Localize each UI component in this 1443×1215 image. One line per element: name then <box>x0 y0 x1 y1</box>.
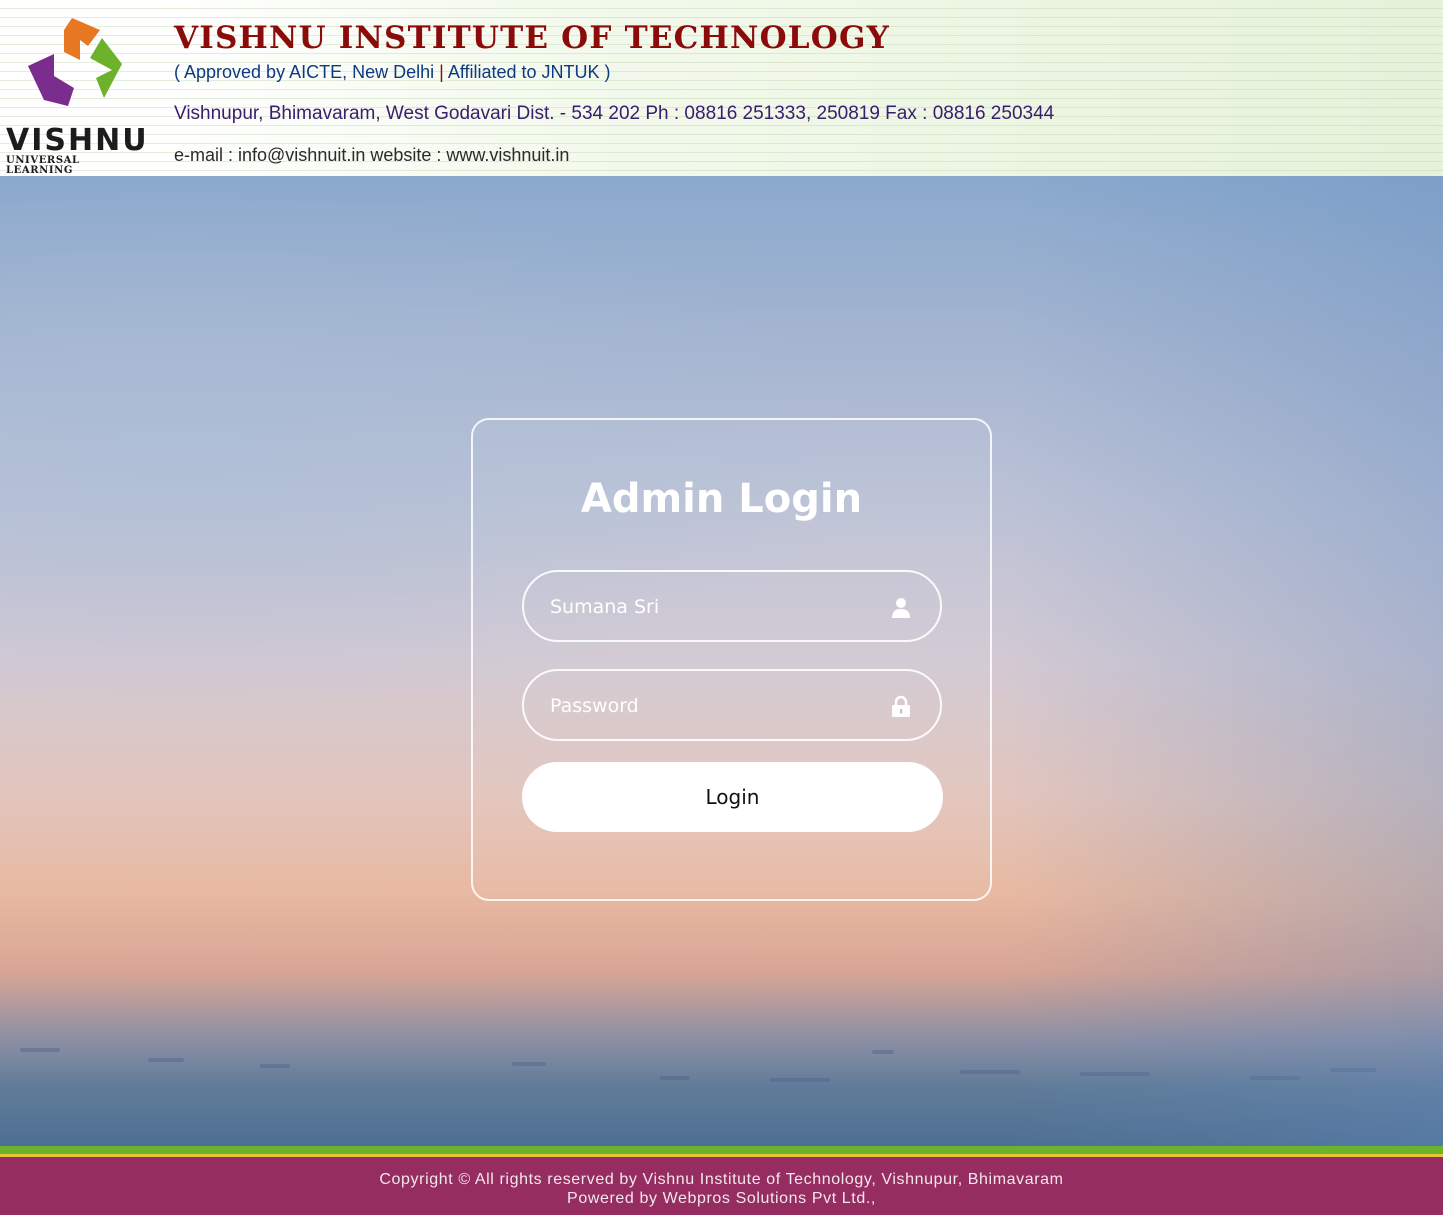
institute-title: VISHNU INSTITUTE OF TECHNOLOGY <box>174 20 890 56</box>
institute-contact: e-mail : info@vishnuit.in website : www.… <box>174 145 570 165</box>
login-button[interactable]: Login <box>522 762 943 832</box>
institute-address: Vishnupur, Bhimavaram, West Godavari Dis… <box>174 103 1055 124</box>
vishnu-logo-icon <box>28 18 122 106</box>
password-field[interactable] <box>522 669 942 741</box>
institute-logo: VISHNU UNIVERSAL LEARNING <box>0 10 150 176</box>
password-input[interactable] <box>548 671 882 741</box>
footer-copyright: Copyright © All rights reserved by Vishn… <box>379 1171 1064 1188</box>
header-banner: VISHNU UNIVERSAL LEARNING VISHNU INSTITU… <box>0 0 1443 176</box>
footer: Copyright © All rights reserved by Vishn… <box>0 1157 1443 1215</box>
institute-approval: ( Approved by AICTE, New Delhi | Affilia… <box>174 61 611 83</box>
username-input[interactable] <box>548 572 882 642</box>
username-field[interactable] <box>522 570 942 642</box>
approval-text-aicte: ( Approved by AICTE, New Delhi <box>174 62 440 82</box>
login-title: Admin Login <box>580 476 863 522</box>
approval-text-jntuk: Affiliated to JNTUK ) <box>443 62 611 82</box>
logo-tagline: UNIVERSAL LEARNING <box>6 155 80 176</box>
footer-stripe-green <box>0 1146 1443 1154</box>
lock-icon <box>892 695 910 717</box>
user-icon <box>892 598 910 618</box>
logo-wordmark: VISHNU <box>6 123 149 158</box>
footer-powered-by: Powered by Webpros Solutions Pvt Ltd., <box>567 1190 876 1207</box>
